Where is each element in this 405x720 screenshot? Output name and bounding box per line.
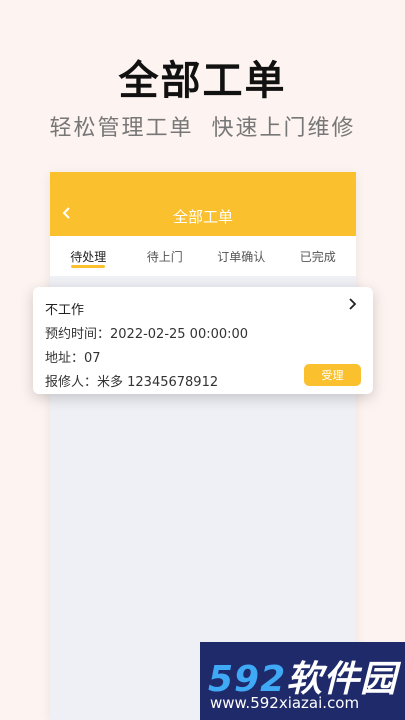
nav-bar: 全部工单 [50, 172, 356, 236]
order-card[interactable]: 不工作 预约时间：2022-02-25 00:00:00 地址：07 报修人：米… [33, 287, 373, 394]
tab-order-confirm[interactable]: 订单确认 [203, 236, 280, 276]
tab-completed[interactable]: 已完成 [280, 236, 357, 276]
tab-active-indicator [71, 265, 106, 268]
nav-title: 全部工单 [172, 208, 233, 226]
promo-title: 全部工单 [118, 58, 287, 104]
order-address: 地址：07 [45, 351, 101, 366]
tab-bar: 待处理 待上门 订单确认 已完成 [50, 236, 356, 276]
accept-button[interactable]: 受理 [304, 364, 361, 386]
tab-label: 订单确认 [217, 250, 266, 264]
tab-label: 待上门 [146, 250, 183, 264]
page: 全部工单 轻松管理工单 快速上门维修 全部工单 待处理 待上门 订单确认 已完成 [0, 0, 405, 720]
order-reporter: 报修人：米多 12345678912 [45, 375, 219, 390]
chevron-right-icon[interactable] [347, 297, 359, 311]
order-title: 不工作 [45, 303, 85, 318]
tab-pending[interactable]: 待处理 [50, 236, 127, 276]
tab-awaiting-visit[interactable]: 待上门 [127, 236, 204, 276]
order-appointment-time: 预约时间：2022-02-25 00:00:00 [45, 327, 249, 342]
watermark-url: www.592xiazai.com [210, 694, 360, 712]
tab-label: 已完成 [299, 250, 336, 264]
watermark-logo: 592软件园 www.592xiazai.com [200, 642, 405, 720]
phone-screen: 全部工单 待处理 待上门 订单确认 已完成 [50, 172, 356, 720]
promo-subtitle: 轻松管理工单 快速上门维修 [49, 116, 356, 141]
tab-label: 待处理 [70, 250, 107, 264]
